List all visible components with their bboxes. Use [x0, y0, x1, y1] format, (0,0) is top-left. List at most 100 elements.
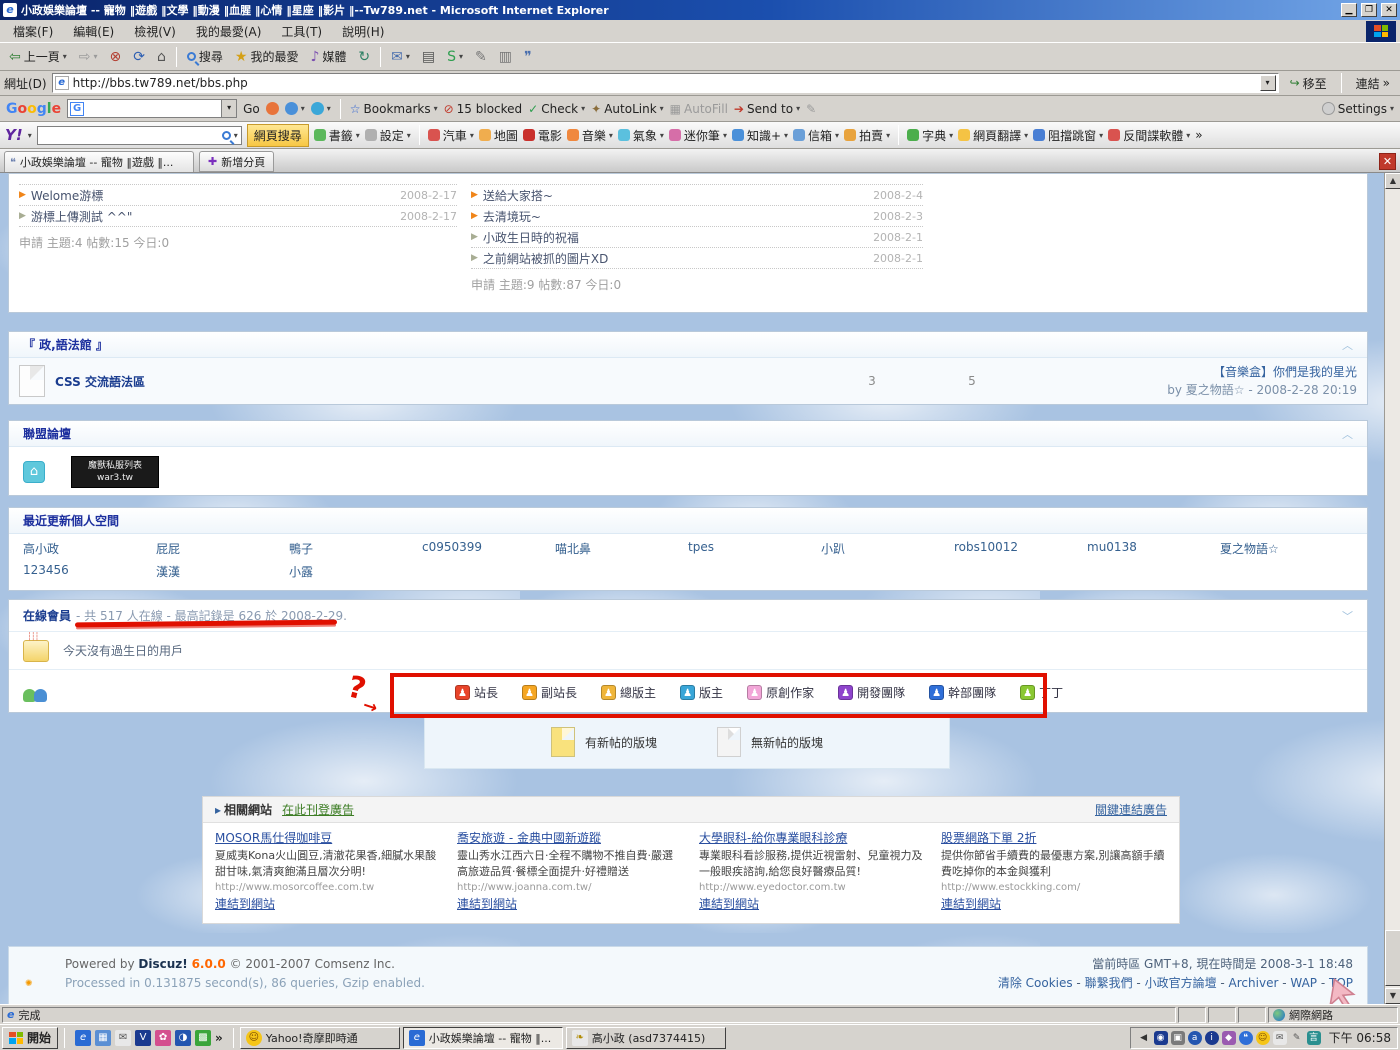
- topic-title[interactable]: 送給大家搭~: [483, 187, 868, 204]
- space-link[interactable]: 小露: [289, 563, 422, 580]
- tabbar-close-button[interactable]: ✕: [1379, 153, 1396, 170]
- menu-tools[interactable]: 工具(T): [272, 21, 331, 42]
- ime-icon[interactable]: 言: [1307, 1031, 1321, 1045]
- menu-view[interactable]: 檢視(V): [125, 21, 185, 42]
- ad-visit-link[interactable]: 連結到網站: [457, 895, 683, 912]
- scroll-up-button[interactable]: ▲: [1385, 173, 1400, 189]
- messenger-button[interactable]: S▾: [442, 48, 468, 66]
- clear-cookies-link[interactable]: 清除 Cookies: [998, 976, 1073, 990]
- ad-title-link[interactable]: 大學眼科-給你專業眼科診療: [699, 829, 925, 846]
- topic-row[interactable]: ▶ 游標上傳測試 ^^" 2008-2-17: [19, 206, 457, 227]
- space-link[interactable]: 漢漢: [156, 563, 289, 580]
- google-search-input[interactable]: G ▾: [67, 99, 237, 118]
- yahoo-search-input[interactable]: ▾: [37, 126, 242, 145]
- vertical-scrollbar[interactable]: ▲ ▼: [1384, 173, 1400, 1004]
- quick-launch-antivirus-icon[interactable]: V: [135, 1030, 151, 1046]
- space-link[interactable]: robs10012: [954, 540, 1087, 557]
- menu-edit[interactable]: 編輯(E): [64, 21, 123, 42]
- discuz-brand[interactable]: Discuz!: [138, 957, 187, 971]
- space-link[interactable]: mu0138: [1087, 540, 1220, 557]
- space-link[interactable]: c0950399: [422, 540, 555, 557]
- topic-row[interactable]: ▶ 小政生日時的祝福 2008-2-1: [471, 227, 923, 248]
- yahoo-item-knowledge[interactable]: 知識+▾: [732, 127, 788, 144]
- mail-tray-icon[interactable]: ✉: [1273, 1031, 1287, 1045]
- collapse-icon[interactable]: ﹀: [1342, 608, 1353, 624]
- menu-file[interactable]: 檔案(F): [4, 21, 62, 42]
- yahoo-item-dictionary[interactable]: 字典▾: [907, 127, 953, 144]
- google-popup-blocked[interactable]: ⊘15 blocked: [444, 102, 523, 116]
- topic-title[interactable]: 小政生日時的祝福: [483, 229, 868, 246]
- contact-link[interactable]: 聯繫我們: [1085, 976, 1133, 990]
- links-button[interactable]: 連結»: [1350, 74, 1396, 93]
- pen-tray-icon[interactable]: ✎: [1290, 1031, 1304, 1045]
- lastpost-byline[interactable]: by 夏之物語☆ - 2008-2-28 20:19: [1027, 381, 1357, 399]
- notes-button[interactable]: ▥: [494, 48, 517, 66]
- quick-launch-paint-icon[interactable]: ✿: [155, 1030, 171, 1046]
- space-link[interactable]: 屁屁: [156, 540, 289, 557]
- edit-button[interactable]: ✎: [470, 48, 492, 66]
- google-go-button[interactable]: Go: [243, 102, 260, 116]
- url-dropdown-icon[interactable]: ▾: [1260, 75, 1276, 91]
- topic-row[interactable]: ▶ 去清境玩~ 2008-2-3: [471, 206, 923, 227]
- history-button[interactable]: ↻: [353, 48, 375, 66]
- yahoo-item-bookmarks[interactable]: 書籤▾: [314, 127, 360, 144]
- ad-visit-link[interactable]: 連結到網站: [699, 895, 925, 912]
- back-button[interactable]: ⇦上一頁▾: [4, 46, 72, 67]
- media-button[interactable]: ♪媒體: [305, 46, 351, 67]
- forward-button[interactable]: ⇨▾: [74, 48, 103, 66]
- space-link[interactable]: 喵北鼻: [555, 540, 688, 557]
- collapse-icon[interactable]: ︿: [1342, 426, 1353, 442]
- quick-launch-overflow-icon[interactable]: »: [215, 1031, 223, 1045]
- menu-help[interactable]: 說明(H): [333, 21, 393, 42]
- collapse-icon[interactable]: ︿: [1342, 337, 1353, 353]
- volume-icon[interactable]: ◀: [1137, 1031, 1151, 1045]
- scrollbar-thumb[interactable]: [1385, 930, 1400, 986]
- home-site-icon[interactable]: ⌂: [23, 461, 45, 483]
- app-purple-icon[interactable]: ◆: [1222, 1031, 1236, 1045]
- start-button[interactable]: 開始: [2, 1027, 58, 1049]
- yahoo-logo[interactable]: Y!: [5, 126, 23, 144]
- refresh-button[interactable]: ⟳: [128, 48, 150, 66]
- ad-visit-link[interactable]: 連結到網站: [941, 895, 1167, 912]
- ad-title-link[interactable]: 股票網路下單 2折: [941, 829, 1167, 846]
- archiver-link[interactable]: Archiver: [1229, 976, 1279, 990]
- yahoo-item-translate[interactable]: 網頁翻譯▾: [958, 127, 1028, 144]
- google-sendto-button[interactable]: ➔Send to▾: [734, 102, 800, 116]
- space-link[interactable]: 鴨子: [289, 540, 422, 557]
- yahoo-search-button[interactable]: 網頁搜尋: [247, 124, 309, 147]
- topic-title[interactable]: 之前網站被抓的圖片XD: [483, 250, 868, 267]
- google-autolink-button[interactable]: ✦AutoLink▾: [591, 102, 664, 116]
- task-forum-window[interactable]: e 小政娛樂論壇 -- 寵物 ‖...: [403, 1027, 563, 1049]
- discuss-button[interactable]: ❞: [519, 48, 537, 66]
- mail-button[interactable]: ✉▾: [386, 48, 415, 66]
- print-button[interactable]: ▤: [417, 48, 440, 66]
- favorites-button[interactable]: ★我的最愛: [230, 46, 304, 67]
- quick-launch-mail-icon[interactable]: ✉: [115, 1030, 131, 1046]
- app-i-icon[interactable]: i: [1205, 1031, 1219, 1045]
- quick-launch-desktop-icon[interactable]: ▦: [95, 1030, 111, 1046]
- topic-row[interactable]: ▶ 之前網站被抓的圖片XD 2008-2-1: [471, 248, 923, 269]
- yahoo-logo-dropdown-icon[interactable]: ▾: [28, 131, 32, 140]
- stop-button[interactable]: ⊗: [105, 48, 127, 66]
- space-link[interactable]: 高小政: [23, 540, 156, 557]
- alliance-banner[interactable]: 魔獸私服列表 war3.tw: [71, 456, 159, 488]
- scroll-down-button[interactable]: ▼: [1385, 988, 1400, 1004]
- menu-favorites[interactable]: 我的最愛(A): [187, 21, 271, 42]
- yahoo-item-antispyware[interactable]: 反間諜軟體▾: [1108, 127, 1190, 144]
- publish-ad-link[interactable]: 在此刊登廣告: [282, 801, 354, 818]
- section-title[interactable]: 『 政,語法館 』: [23, 336, 108, 353]
- keyword-ads-link[interactable]: 關鍵連結廣告: [1095, 801, 1167, 818]
- ad-title-link[interactable]: 喬安旅遊 - 金典中國新遊蹤: [457, 829, 683, 846]
- bubble-icon[interactable]: ❝: [1239, 1031, 1253, 1045]
- google-quotes-button[interactable]: ▾: [311, 102, 331, 115]
- yahoo-overflow-button[interactable]: »: [1195, 128, 1202, 142]
- google-bookmarks-button[interactable]: ☆Bookmarks▾: [350, 102, 438, 116]
- forum-link[interactable]: CSS 交流語法區: [55, 373, 817, 390]
- space-link[interactable]: 小趴: [821, 540, 954, 557]
- wap-link[interactable]: WAP: [1290, 976, 1317, 990]
- yahoo-item-cars[interactable]: 汽車▾: [428, 127, 474, 144]
- google-highlight-button[interactable]: ✎: [806, 102, 816, 116]
- yahoo-item-notepad[interactable]: 迷你筆▾: [669, 127, 727, 144]
- google-autofill-button[interactable]: ▦AutoFill: [670, 102, 728, 116]
- topic-title[interactable]: 游標上傳測試 ^^": [31, 208, 395, 225]
